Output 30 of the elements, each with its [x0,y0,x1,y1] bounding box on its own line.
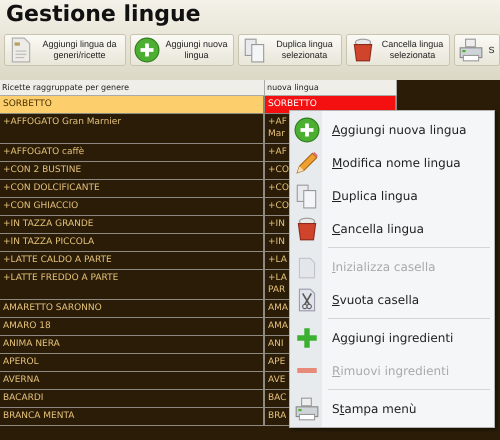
plus-circle-icon [134,37,160,63]
column-header[interactable]: Ricette raggruppate per genere [0,80,265,96]
table-cell: +LATTE FREDDO A PARTE [0,270,265,300]
table-cell: BACARDI [0,390,265,408]
table-cell: +CON GHIACCIO [0,198,265,216]
table-cell: AVERNA [0,372,265,390]
table-cell: +IN TAZZA PICCOLA [0,234,265,252]
table-cell: +IN TAZZA GRANDE [0,216,265,234]
table-cell: SORBETTO [0,96,265,114]
printer-icon [294,396,320,422]
table-cell: +AFFOGATO caffè [0,144,265,162]
table-cell: APEROL [0,354,265,372]
toolbar-button[interactable]: Aggiungi lingua da generi/ricette [4,34,126,66]
table-cell: AMARETTO SARONNO [0,300,265,318]
table-cell: +AFFOGATO Gran Marnier [0,114,265,144]
pencil-icon [294,150,320,176]
table-cell: +CON 2 BUSTINE [0,162,265,180]
plus-circle-icon [294,116,320,142]
window-title: Gestione lingue [5,1,202,29]
toolbar-button[interactable]: Duplica lingua selezionata [238,34,342,66]
toolbar-button[interactable]: Cancella lingua selezionata [346,34,450,66]
table-cell: ANIMA NERA [0,336,265,354]
table-cell: +CON DOLCIFICANTE [0,180,265,198]
toolbar-button[interactable]: Aggiungi nuova lingua [130,34,234,66]
column-header[interactable]: nuova lingua [265,80,397,96]
table-cell: AMARO 18 [0,318,265,336]
table-cell: BRANCA MENTA [0,408,265,426]
table-cell: +LATTE CALDO A PARTE [0,252,265,270]
printer-icon [458,37,484,63]
toolbar-button[interactable]: S [454,34,500,66]
